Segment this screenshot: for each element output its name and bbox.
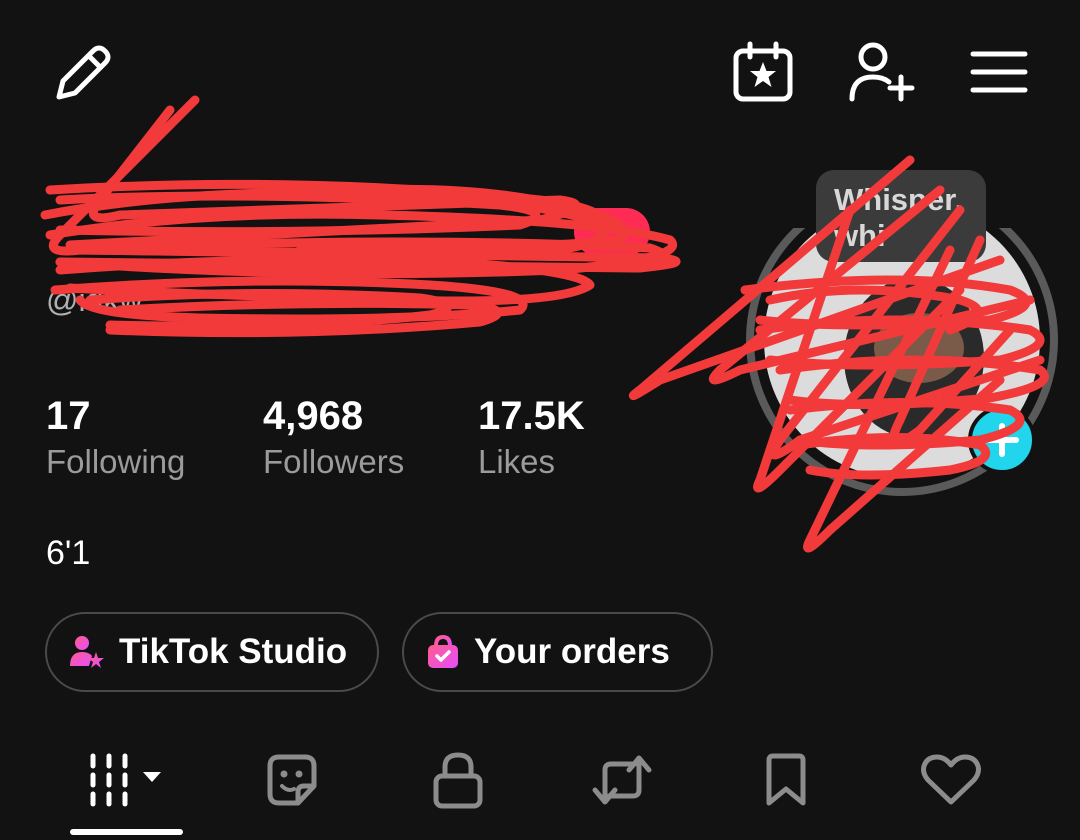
stat-likes[interactable]: 17.5K Likes <box>478 392 585 483</box>
stat-following[interactable]: 17 Following <box>46 392 185 483</box>
following-count: 17 <box>46 394 91 438</box>
stat-followers[interactable]: 4,968 Followers <box>263 392 404 483</box>
shopping-bag-icon <box>428 634 458 668</box>
calendar-star-icon <box>733 41 793 102</box>
tiktok-studio-label: TikTok Studio <box>119 632 348 671</box>
your-orders-label: Your orders <box>474 632 670 671</box>
add-user-icon <box>849 42 915 102</box>
menu-button[interactable] <box>966 44 1032 100</box>
add-story-button[interactable] <box>968 406 1036 474</box>
tab-favorites[interactable] <box>732 728 840 832</box>
add-friends-button[interactable] <box>846 38 916 104</box>
studio-icon <box>70 636 104 668</box>
your-orders-button[interactable]: Your orders <box>402 612 713 692</box>
tab-stickers[interactable] <box>238 728 346 832</box>
bio-text: 6'1 <box>46 534 91 572</box>
tiktok-studio-button[interactable]: TikTok Studio <box>45 612 379 692</box>
lock-icon <box>433 752 483 809</box>
creator-calendar-button[interactable] <box>728 38 798 106</box>
sticker-icon <box>267 754 317 806</box>
status-bubble[interactable]: Whisper, whi <box>816 170 986 262</box>
likes-count: 17.5K <box>478 394 585 438</box>
edit-profile-button[interactable] <box>44 36 120 112</box>
repost-icon <box>592 755 652 805</box>
username: @idkw <box>46 282 143 318</box>
following-label: Following <box>46 443 186 480</box>
active-tab-indicator <box>70 829 183 835</box>
plus-icon <box>985 423 1019 457</box>
tab-liked[interactable] <box>896 728 1006 832</box>
heart-icon <box>921 754 981 805</box>
tab-videos[interactable] <box>70 728 183 832</box>
tab-reposts[interactable] <box>568 728 676 832</box>
tab-private[interactable] <box>404 728 512 832</box>
videos-grid-icon <box>90 753 161 807</box>
followers-count: 4,968 <box>263 394 364 438</box>
profile-badge[interactable]: 2+ <box>574 208 650 256</box>
followers-label: Followers <box>263 443 405 480</box>
hamburger-menu-icon <box>970 51 1028 93</box>
profile-page: 2+ @idkw 17 Following 4,968 Followers 17… <box>0 0 1080 840</box>
profile-tab-bar <box>0 728 1080 840</box>
bookmark-icon <box>766 753 806 806</box>
pencil-icon <box>56 45 111 100</box>
likes-label: Likes <box>478 443 556 480</box>
